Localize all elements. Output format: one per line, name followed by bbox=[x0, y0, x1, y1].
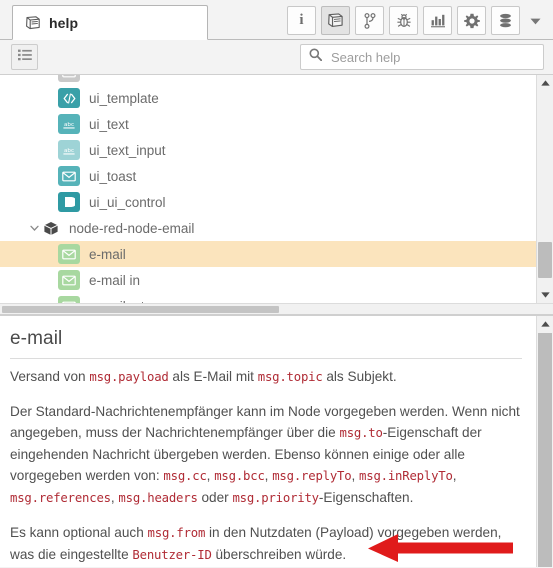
code-icon bbox=[58, 88, 80, 108]
flows-button[interactable] bbox=[355, 6, 384, 35]
chevron-down-icon[interactable] bbox=[26, 225, 42, 232]
tree-row[interactable]: node-red-node-email bbox=[0, 215, 536, 241]
help-body: Versand von msg.payload als E-Mail mit m… bbox=[10, 366, 522, 566]
bug-icon bbox=[396, 13, 412, 29]
bar-chart-icon bbox=[430, 13, 446, 28]
inline-code: msg.headers bbox=[118, 491, 198, 505]
help-paragraph: Der Standard-Nachrichtenempfänger kann i… bbox=[10, 404, 520, 505]
debug-button[interactable] bbox=[389, 6, 418, 35]
inline-code: msg.to bbox=[339, 426, 383, 440]
tree-row-label: node-red-node-email bbox=[69, 220, 195, 236]
tree-row-label: e-mail bbox=[89, 246, 126, 262]
tree-row[interactable]: e-mail in bbox=[0, 267, 536, 293]
inline-code: msg.inReplyTo bbox=[359, 469, 453, 483]
help-content-panel: e-mail Versand von msg.payload als E-Mai… bbox=[0, 315, 553, 567]
dashboard-button[interactable] bbox=[423, 6, 452, 35]
inline-code: Benutzer-ID bbox=[132, 548, 212, 562]
gear-icon bbox=[463, 13, 480, 29]
tree-row-label: ui_toast bbox=[89, 168, 137, 184]
control-icon bbox=[58, 192, 80, 212]
help-sidebar-panel: help i Search help ui_template abc ui_te… bbox=[0, 0, 553, 568]
tab-help-label: help bbox=[49, 14, 79, 31]
envelope-icon bbox=[58, 270, 80, 290]
tree-horizontal-scrollbar[interactable] bbox=[0, 303, 553, 314]
tree-row-selected[interactable]: e-mail bbox=[0, 241, 536, 267]
database-icon bbox=[498, 13, 513, 29]
book-icon bbox=[327, 13, 344, 28]
tree-row[interactable]: abc ui_text bbox=[0, 111, 536, 137]
tree-row-label: ui_ui_control bbox=[89, 194, 166, 210]
svg-text:abc: abc bbox=[64, 122, 74, 128]
tree-row[interactable]: e-mail mta bbox=[0, 293, 536, 303]
tree-row-label: e-mail in bbox=[89, 272, 141, 288]
tree-row[interactable]: ui_ui_control bbox=[0, 189, 536, 215]
inline-code: msg.from bbox=[147, 526, 206, 540]
help-scroll-up-button[interactable] bbox=[537, 316, 553, 332]
more-options-button[interactable] bbox=[525, 6, 545, 35]
inline-code: msg.payload bbox=[89, 370, 169, 384]
inline-code: msg.priority bbox=[232, 491, 319, 505]
search-toolbar bbox=[0, 40, 553, 75]
inline-code: msg.replyTo bbox=[272, 469, 352, 483]
git-branch-icon bbox=[363, 12, 377, 29]
inline-code: msg.topic bbox=[257, 370, 323, 384]
package-icon bbox=[42, 219, 60, 237]
node-tree-panel: ui_template abc ui_text abc ui_text_input ui_… bbox=[0, 75, 553, 315]
tab-help[interactable]: help bbox=[12, 5, 208, 40]
tree-row[interactable]: ui_template bbox=[0, 85, 536, 111]
envelope-icon bbox=[58, 166, 80, 186]
svg-text:abc: abc bbox=[64, 148, 74, 154]
help-paragraph: Es kann optional auch msg.from in den Nu… bbox=[10, 525, 502, 562]
page-title: e-mail bbox=[10, 328, 522, 359]
inline-code: msg.bcc bbox=[214, 469, 265, 483]
tree-row[interactable]: abc ui_text_input bbox=[0, 137, 536, 163]
help-vertical-scrollbar[interactable] bbox=[536, 316, 553, 567]
help-button[interactable] bbox=[321, 6, 350, 35]
abc-icon: abc bbox=[58, 140, 80, 160]
tree-hscrollbar-thumb[interactable] bbox=[2, 306, 279, 313]
tree-row[interactable] bbox=[0, 75, 536, 85]
help-paragraph: Versand von msg.payload als E-Mail mit m… bbox=[10, 369, 397, 384]
tab-bar: help i bbox=[0, 0, 553, 40]
sidebar-tool-buttons: i bbox=[287, 6, 545, 35]
envelope-icon bbox=[58, 296, 80, 303]
context-button[interactable] bbox=[491, 6, 520, 35]
book-icon bbox=[25, 15, 41, 30]
caret-down-icon bbox=[530, 12, 541, 30]
inline-code: msg.cc bbox=[163, 469, 207, 483]
info-icon: i bbox=[299, 12, 304, 28]
search-input[interactable] bbox=[329, 48, 529, 66]
toggle-list-button[interactable] bbox=[11, 44, 38, 70]
inline-code: msg.references bbox=[10, 491, 111, 505]
help-document: e-mail Versand von msg.payload als E-Mai… bbox=[0, 316, 536, 567]
node-icon bbox=[58, 75, 80, 82]
info-button[interactable]: i bbox=[287, 6, 316, 35]
config-button[interactable] bbox=[457, 6, 486, 35]
scroll-down-button[interactable] bbox=[537, 287, 553, 303]
tree-row[interactable]: ui_toast bbox=[0, 163, 536, 189]
search-icon bbox=[309, 48, 323, 66]
tree-row-label: ui_template bbox=[89, 90, 159, 106]
node-tree-list[interactable]: ui_template abc ui_text abc ui_text_input ui_… bbox=[0, 75, 536, 303]
envelope-icon bbox=[58, 244, 80, 264]
help-scrollbar-thumb[interactable] bbox=[538, 333, 552, 567]
search-box[interactable] bbox=[300, 44, 544, 70]
tree-row-label: ui_text bbox=[89, 116, 129, 132]
abc-icon: abc bbox=[58, 114, 80, 134]
tree-row-label: ui_text_input bbox=[89, 142, 166, 158]
scroll-up-button[interactable] bbox=[537, 75, 553, 91]
list-icon bbox=[17, 48, 32, 66]
tree-vertical-scrollbar[interactable] bbox=[536, 75, 553, 303]
tree-scrollbar-thumb[interactable] bbox=[538, 242, 552, 278]
